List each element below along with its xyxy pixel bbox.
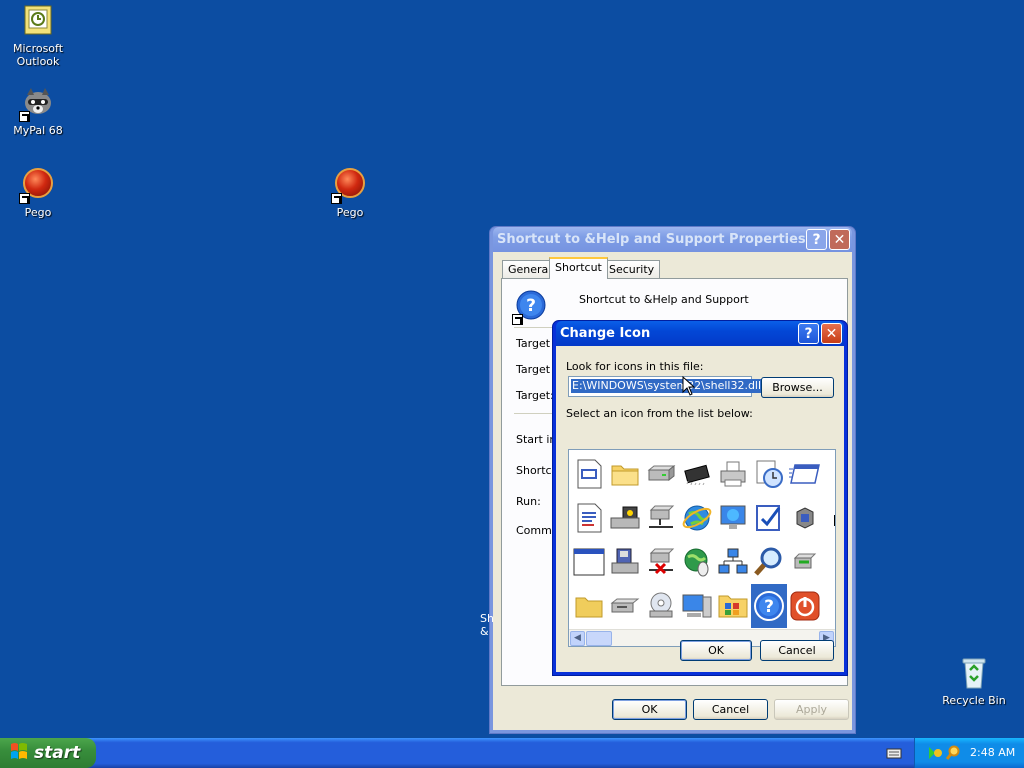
tab-shortcut[interactable]: Shortcut [549, 257, 608, 279]
desktop-icon-mypal[interactable]: MyPal 68 [0, 86, 76, 137]
select-icon-label: Select an icon from the list below: [566, 407, 753, 420]
desktop-icon-pego-1[interactable]: Pego [0, 166, 76, 219]
clock[interactable]: 2:48 AM [970, 746, 1015, 759]
scanner-icon[interactable] [607, 496, 643, 540]
floppy-drive-icon[interactable] [607, 540, 643, 584]
pego-ball-icon [19, 168, 55, 204]
removable-drive-icon[interactable] [607, 584, 643, 628]
desktop-icon-recycle-bin[interactable]: Recycle Bin [936, 656, 1012, 707]
help-button[interactable]: ? [806, 229, 827, 250]
keyboard-icon[interactable] [886, 746, 902, 763]
outlook-icon [21, 4, 55, 38]
browse-button[interactable]: Browse... [761, 377, 834, 398]
svg-text:?: ? [764, 597, 774, 617]
control-panel-icon[interactable] [715, 584, 751, 628]
shortcut-arrow-icon [512, 314, 523, 325]
window-app-icon[interactable] [787, 452, 823, 496]
windows-logo-icon [10, 742, 28, 765]
recycle-bin-icon [957, 656, 991, 690]
shortcut-arrow-icon [19, 111, 30, 122]
desktop-icon-label: Microsoft [12, 42, 64, 55]
svg-text:?: ? [526, 296, 536, 316]
cancel-button[interactable]: Cancel [693, 699, 768, 720]
ok-button[interactable]: OK [612, 699, 687, 720]
desktop-icon-outlook[interactable]: Microsoft Outlook [0, 4, 76, 68]
search-magnifier-icon[interactable] [751, 540, 787, 584]
drive-icon[interactable] [643, 452, 679, 496]
partial-icon[interactable] [823, 540, 835, 584]
change-icon-titlebar[interactable]: Change Icon ? ✕ [556, 321, 844, 346]
change-icon-dialog: Change Icon ? ✕ Look for icons in this f… [552, 320, 848, 676]
folder-icon[interactable] [607, 452, 643, 496]
scroll-left-button[interactable]: ◀ [570, 631, 585, 646]
shortcut-arrow-icon [331, 193, 342, 204]
taskbar: start 2:48 AM [0, 738, 1024, 768]
transfer-drive-icon[interactable] [787, 540, 823, 584]
folder-closed-icon[interactable] [571, 584, 607, 628]
scroll-thumb[interactable] [586, 631, 612, 646]
start-label: start [34, 743, 81, 763]
cube-icon[interactable] [787, 496, 823, 540]
window-title: Shortcut to &Help and Support Properties [497, 232, 806, 247]
blank-window-icon[interactable] [571, 540, 607, 584]
desktop-icon-label: Outlook [16, 55, 60, 68]
tab-security[interactable]: Security [603, 260, 661, 278]
close-button[interactable]: ✕ [821, 323, 842, 344]
apply-button[interactable]: Apply [774, 699, 849, 720]
file-path-text: E:\WINDOWS\system32\shell32.dll [571, 379, 763, 393]
desktop-icon-label: MyPal 68 [13, 124, 63, 137]
chip-icon[interactable] [679, 452, 715, 496]
internet-globe-icon[interactable] [679, 496, 715, 540]
desktop-icon-label: Pego [24, 206, 52, 219]
network-icon[interactable] [715, 540, 751, 584]
partial-icon[interactable] [823, 452, 835, 496]
help-question-icon[interactable]: ? [751, 584, 787, 628]
raccoon-icon [19, 86, 55, 122]
properties-titlebar[interactable]: Shortcut to &Help and Support Properties… [493, 227, 852, 252]
desktop-icon-label: Pego [336, 206, 364, 219]
power-icon[interactable] [787, 584, 823, 628]
network-drive-icon[interactable] [643, 496, 679, 540]
hidden-shortcut-label-fragment: Sh & [480, 612, 494, 638]
look-for-label: Look for icons in this file: [566, 360, 704, 373]
network-tray-icon[interactable] [927, 745, 943, 764]
window-icon[interactable] [571, 452, 607, 496]
globe-mouse-icon[interactable] [679, 540, 715, 584]
close-button[interactable]: ✕ [829, 229, 850, 250]
search-tray-icon[interactable] [945, 745, 961, 764]
partial-icon[interactable] [823, 496, 835, 540]
help-button[interactable]: ? [798, 323, 819, 344]
mouse-cursor-icon [682, 375, 696, 399]
ok-button[interactable]: OK [680, 640, 752, 661]
partial-icon[interactable] [823, 584, 835, 628]
start-button[interactable]: start [0, 738, 96, 768]
pego-ball-icon [331, 168, 367, 204]
clock-document-icon[interactable] [751, 452, 787, 496]
shortcut-arrow-icon [19, 193, 30, 204]
cancel-button[interactable]: Cancel [760, 640, 834, 661]
desktop-icon-pego-2[interactable]: Pego [312, 166, 388, 219]
field-target: Target: [516, 389, 554, 402]
help-support-icon: ? [512, 289, 548, 325]
disconnected-drive-icon[interactable] [643, 540, 679, 584]
field-run: Run: [516, 495, 541, 508]
icon-list[interactable]: ? ◀ ▶ [568, 449, 836, 647]
monitor-globe-icon[interactable] [715, 496, 751, 540]
text-document-icon[interactable] [571, 496, 607, 540]
system-tray: 2:48 AM [914, 738, 1024, 768]
computer-icon[interactable] [679, 584, 715, 628]
window-title: Change Icon [560, 326, 651, 341]
cd-drive-icon[interactable] [643, 584, 679, 628]
desktop-icon-label: Recycle Bin [942, 694, 1006, 707]
file-path-input[interactable]: E:\WINDOWS\system32\shell32.dll [568, 376, 763, 397]
printer-icon[interactable] [715, 452, 751, 496]
shortcut-name: Shortcut to &Help and Support [579, 293, 749, 306]
checklist-icon[interactable] [751, 496, 787, 540]
